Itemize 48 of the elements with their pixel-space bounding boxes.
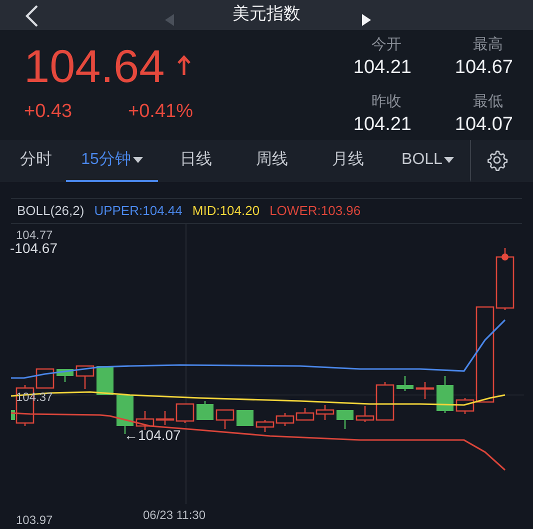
candlestick [316, 405, 334, 420]
candlestick [236, 410, 254, 426]
stat-label: 今开 [372, 35, 402, 55]
caret-icon [132, 157, 143, 163]
current-price: 104.64 [24, 40, 165, 92]
candlestick [396, 376, 414, 391]
caret-icon [444, 157, 454, 163]
candlestick [276, 413, 294, 426]
candlestick [296, 408, 314, 421]
stat-value: 104.21 [353, 56, 412, 80]
candlestick [196, 401, 214, 420]
axis-label: 104.77 [16, 228, 53, 242]
indicator-value: BOLL(26,2) [17, 202, 84, 220]
tab[interactable]: 月线 [310, 140, 386, 182]
candlestick [136, 411, 154, 430]
candlestick [156, 411, 174, 425]
last-price-dot [502, 254, 508, 260]
candlestick [56, 369, 74, 382]
stat-label: 昨收 [372, 92, 402, 112]
stat-value: 104.07 [454, 113, 513, 137]
stat-label: 最低 [473, 92, 504, 112]
price-change: +0.43 [24, 100, 74, 124]
indicator-value: UPPER:104.44 [94, 202, 182, 220]
axis-label: 103.97 [16, 513, 53, 527]
tab[interactable]: 日线 [158, 140, 234, 182]
stat-label: 最高 [473, 35, 504, 55]
candlestick [76, 365, 94, 389]
tab[interactable]: 分时 [6, 140, 66, 182]
candlestick [336, 410, 354, 429]
stat-value: 104.21 [353, 113, 412, 137]
indicator-value: MID:104.20 [192, 202, 260, 220]
percent-change: +0.41% [128, 100, 193, 124]
next-button[interactable] [362, 14, 371, 26]
settings-icon [486, 149, 508, 171]
page-title: 美元指数 [232, 4, 300, 22]
candlestick [436, 376, 454, 413]
candlestick [216, 409, 234, 429]
tab[interactable]: 周线 [234, 140, 310, 182]
time-label: 06/23 11:30 [143, 508, 206, 522]
candlestick [256, 420, 274, 432]
low-price-marker: ←104.07 [124, 427, 181, 443]
stat-value: 104.67 [454, 56, 513, 80]
candlestick [176, 403, 194, 423]
candlestick [416, 382, 434, 399]
tab[interactable]: 15分钟 [66, 140, 158, 182]
indicator-value: LOWER:103.96 [270, 202, 361, 220]
high-price-marker: -104.67 [10, 240, 58, 256]
tab[interactable]: BOLL [386, 140, 470, 182]
